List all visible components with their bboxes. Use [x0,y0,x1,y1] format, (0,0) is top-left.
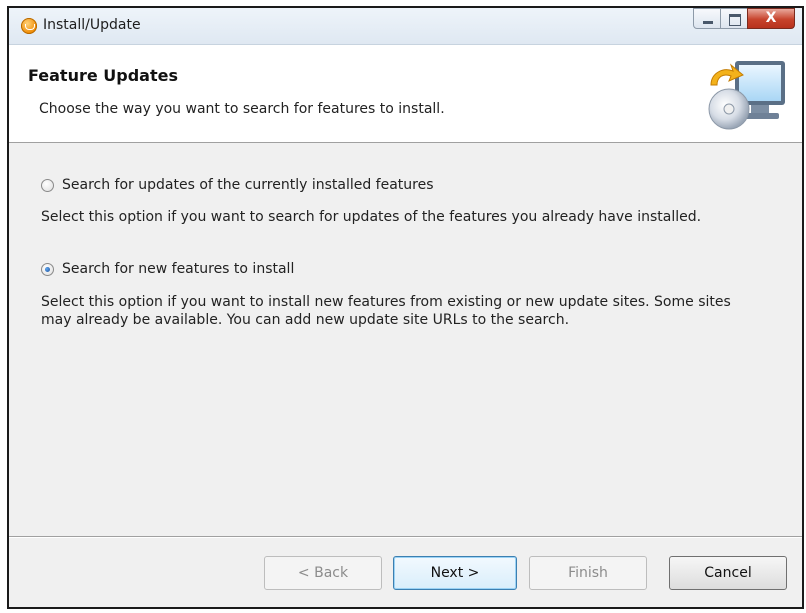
option-new-features-description: Select this option if you want to instal… [41,293,771,329]
option-new-features-description-line1: Select this option if you want to instal… [41,294,731,310]
next-button[interactable]: Next > [393,556,517,590]
option-update-installed-description: Select this option if you want to search… [41,209,702,225]
title-bar[interactable]: Install/Update X [9,8,802,45]
cancel-button[interactable]: Cancel [669,556,787,590]
back-button[interactable]: < Back [264,556,382,590]
page-title: Feature Updates [28,66,178,85]
option-update-installed-label[interactable]: Search for updates of the currently inst… [62,177,434,193]
close-icon: X [765,10,777,26]
option-new-features-label[interactable]: Search for new features to install [62,261,294,277]
eclipse-install-icon [21,18,37,34]
option-new-features-description-line2: may already be available. You can add ne… [41,312,570,328]
window-controls: X [693,8,795,32]
close-button[interactable]: X [747,8,795,29]
button-bar-separator [9,536,802,538]
radio-new-features[interactable] [41,262,54,276]
install-update-dialog: Install/Update X Feature Updates Choose … [7,6,804,609]
maximize-icon [729,14,741,26]
window-title: Install/Update [43,17,141,33]
option-update-installed[interactable]: Search for updates of the currently inst… [41,177,434,193]
page-description: Choose the way you want to search for fe… [39,101,445,117]
wizard-content: Search for updates of the currently inst… [9,143,802,536]
maximize-button[interactable] [720,8,748,29]
minimize-button[interactable] [693,8,721,29]
wizard-header: Feature Updates Choose the way you want … [9,45,802,143]
radio-update-installed[interactable] [41,178,54,192]
finish-button[interactable]: Finish [529,556,647,590]
install-wizard-icon [708,61,785,130]
option-new-features[interactable]: Search for new features to install [41,261,294,277]
minimize-icon [703,21,713,24]
